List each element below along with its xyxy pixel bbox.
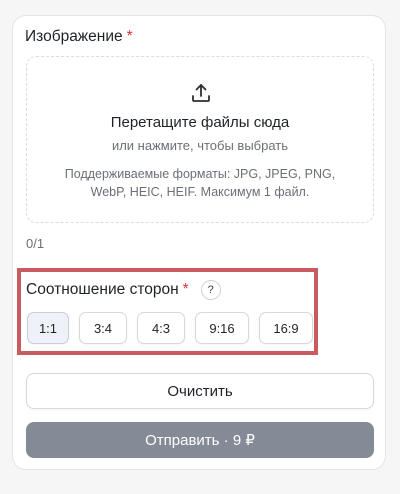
aspect-ratio-label: Соотношение сторон * ?	[26, 280, 221, 300]
dropzone-title: Перетащите файлы сюда	[110, 114, 290, 131]
ratio-option-9-16[interactable]: 9:16	[195, 312, 249, 344]
required-mark: *	[126, 28, 133, 45]
ratio-option-1-1[interactable]: 1:1	[27, 312, 69, 344]
aspect-label-text: Соотношение сторон	[26, 281, 179, 298]
ratio-option-4-3[interactable]: 4:3	[137, 312, 185, 344]
ratio-option-3-4[interactable]: 3:4	[79, 312, 127, 344]
file-dropzone[interactable]: Перетащите файлы сюда или нажмите, чтобы…	[26, 56, 374, 223]
dropzone-subtitle: или нажмите, чтобы выбрать	[111, 138, 289, 153]
dropzone-formats: Поддерживаемые форматы: JPG, JPEG, PNG, …	[64, 167, 336, 199]
file-counter: 0/1	[26, 236, 45, 251]
submit-button[interactable]: Отправить · 9 ₽	[26, 422, 374, 458]
upload-icon	[192, 84, 210, 102]
aspect-ratio-options: 1:1 3:4 4:3 9:16 16:9	[27, 312, 313, 344]
image-field-label: Изображение *	[25, 28, 133, 46]
clear-button[interactable]: Очистить	[26, 373, 374, 409]
image-label-text: Изображение	[25, 28, 123, 45]
help-icon[interactable]: ?	[200, 280, 221, 300]
ratio-option-16-9[interactable]: 16:9	[259, 312, 313, 344]
required-mark: *	[182, 281, 189, 298]
